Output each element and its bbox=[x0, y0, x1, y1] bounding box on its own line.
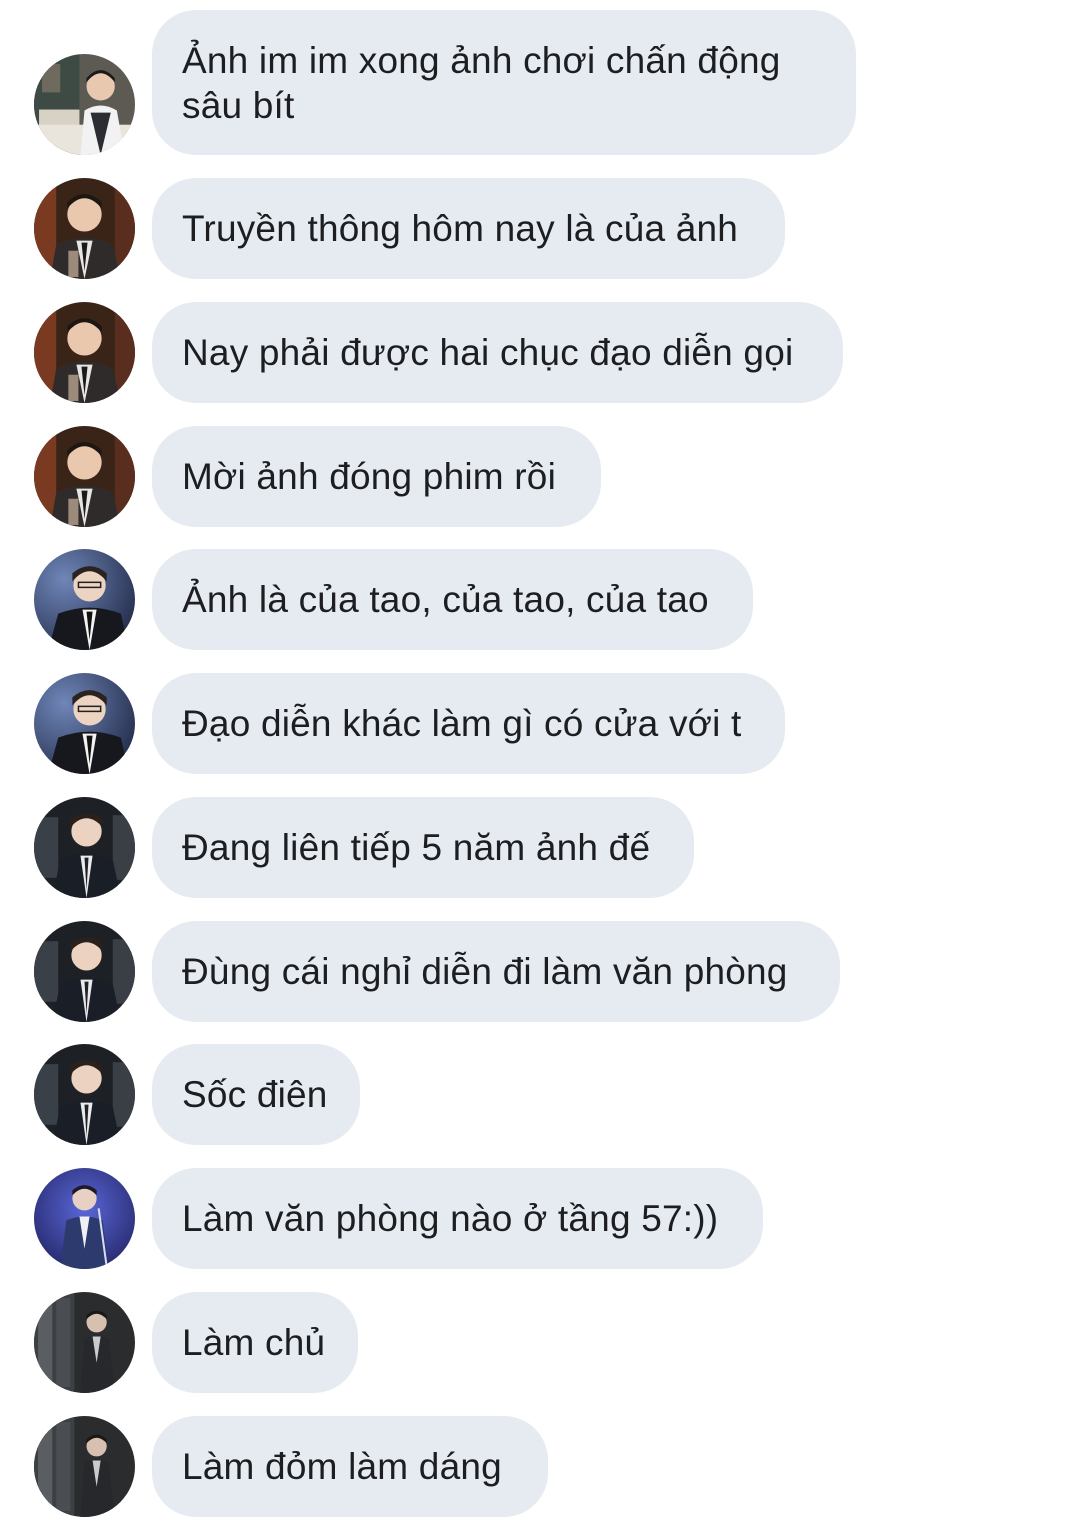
message-bubble[interactable]: Ảnh im im xong ảnh chơi chấn động sâu bí… bbox=[152, 10, 856, 155]
avatar-photo-icon bbox=[34, 797, 135, 898]
message-thread: Ảnh im im xong ảnh chơi chấn động sâu bí… bbox=[0, 0, 1080, 1525]
avatar[interactable] bbox=[34, 1292, 135, 1393]
avatar-photo-icon bbox=[34, 673, 135, 774]
message-bubble[interactable]: Mời ảnh đóng phim rồi bbox=[152, 426, 601, 527]
avatar-photo-icon bbox=[34, 549, 135, 650]
avatar-photo-icon bbox=[34, 1168, 135, 1269]
avatar[interactable] bbox=[34, 797, 135, 898]
message-bubble[interactable]: Làm đỏm làm dáng bbox=[152, 1416, 548, 1517]
avatar[interactable] bbox=[34, 921, 135, 1022]
avatar[interactable] bbox=[34, 1168, 135, 1269]
avatar[interactable] bbox=[34, 54, 135, 155]
avatar-photo-icon bbox=[34, 426, 135, 527]
message-bubble[interactable]: Làm văn phòng nào ở tầng 57:)) bbox=[152, 1168, 763, 1269]
message-bubble[interactable]: Đang liên tiếp 5 năm ảnh đế bbox=[152, 797, 694, 898]
avatar-photo-icon bbox=[34, 1416, 135, 1517]
avatar[interactable] bbox=[34, 1416, 135, 1517]
message-bubble[interactable]: Truyền thông hôm nay là của ảnh bbox=[152, 178, 785, 279]
avatar-photo-icon bbox=[34, 1292, 135, 1393]
avatar-photo-icon bbox=[34, 921, 135, 1022]
avatar-photo-icon bbox=[34, 54, 135, 155]
avatar[interactable] bbox=[34, 302, 135, 403]
avatar[interactable] bbox=[34, 1044, 135, 1145]
avatar-photo-icon bbox=[34, 178, 135, 279]
avatar-photo-icon bbox=[34, 1044, 135, 1145]
avatar-photo-icon bbox=[34, 302, 135, 403]
avatar[interactable] bbox=[34, 549, 135, 650]
message-bubble[interactable]: Sốc điên bbox=[152, 1044, 360, 1145]
message-bubble[interactable]: Đùng cái nghỉ diễn đi làm văn phòng bbox=[152, 921, 840, 1022]
message-bubble[interactable]: Ảnh là của tao, của tao, của tao bbox=[152, 549, 753, 650]
message-bubble[interactable]: Đạo diễn khác làm gì có cửa với t bbox=[152, 673, 785, 774]
avatar[interactable] bbox=[34, 673, 135, 774]
message-bubble[interactable]: Nay phải được hai chục đạo diễn gọi bbox=[152, 302, 843, 403]
avatar[interactable] bbox=[34, 178, 135, 279]
message-bubble[interactable]: Làm chủ bbox=[152, 1292, 358, 1393]
avatar[interactable] bbox=[34, 426, 135, 527]
